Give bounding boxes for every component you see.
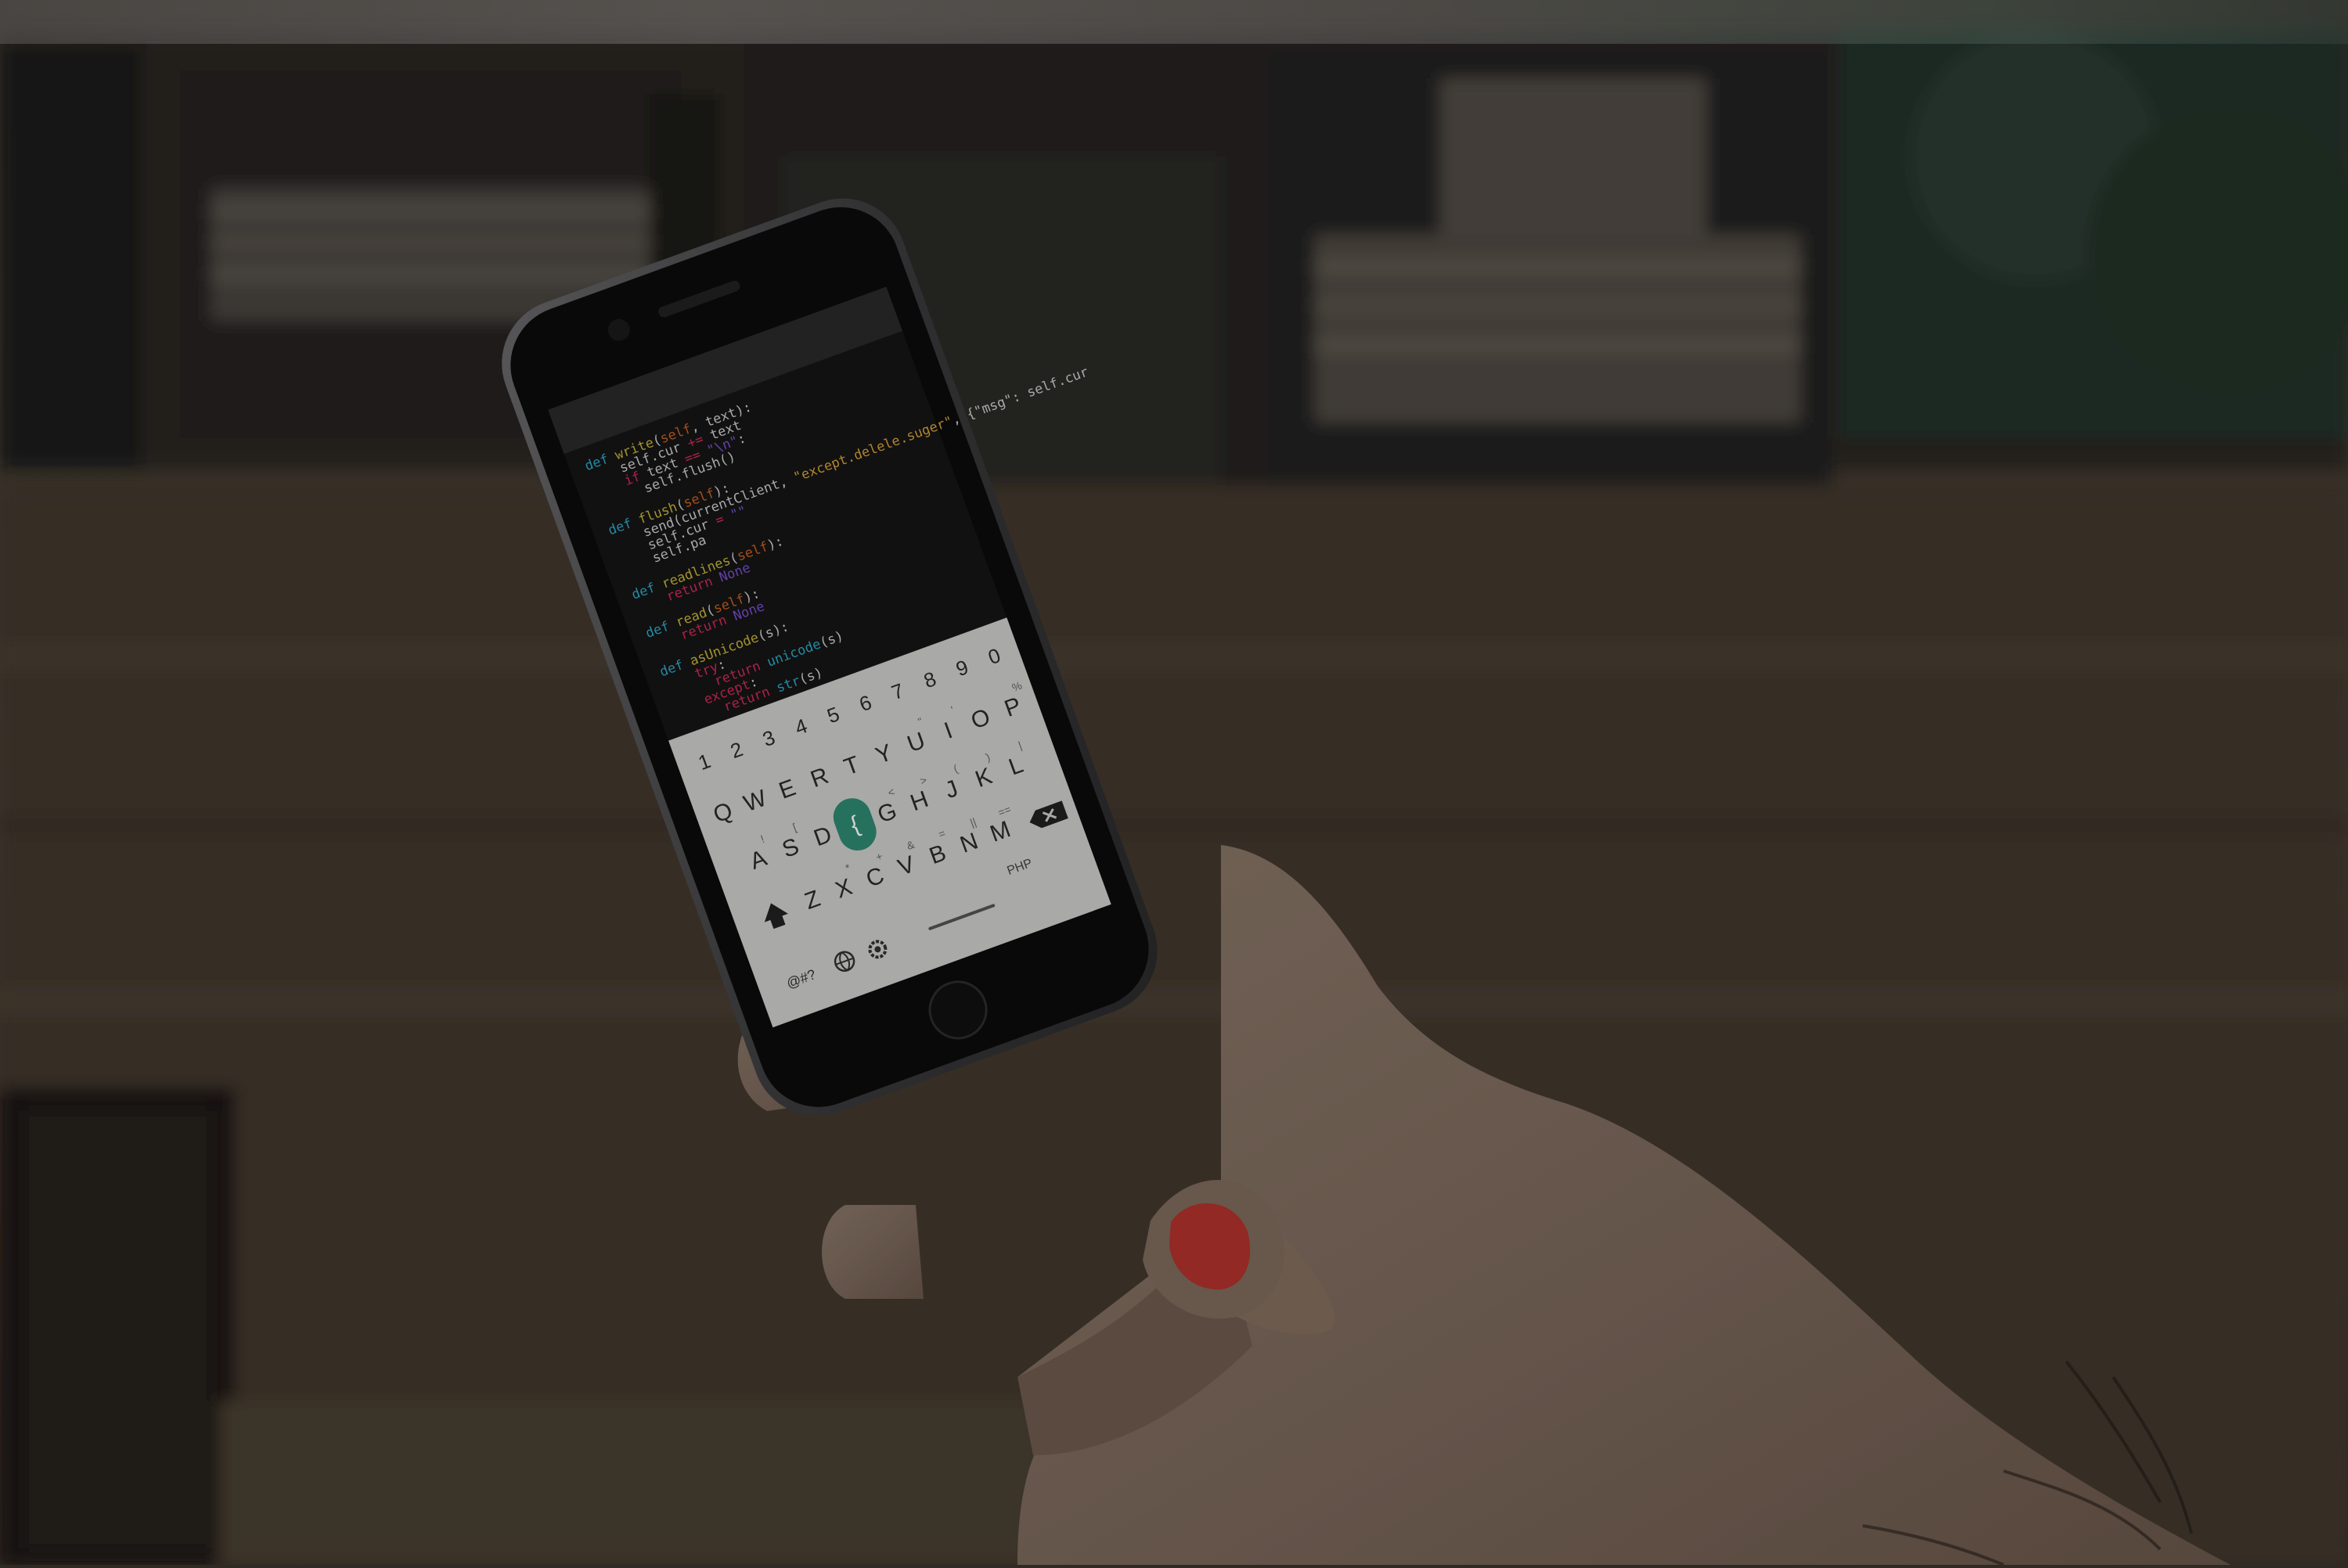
- photo-scene: def write(self, text): self.cur += text …: [0, 0, 2348, 1566]
- background-photo: def write(self, text): self.cur += text …: [0, 0, 2348, 1566]
- top-bar: [0, 0, 2348, 44]
